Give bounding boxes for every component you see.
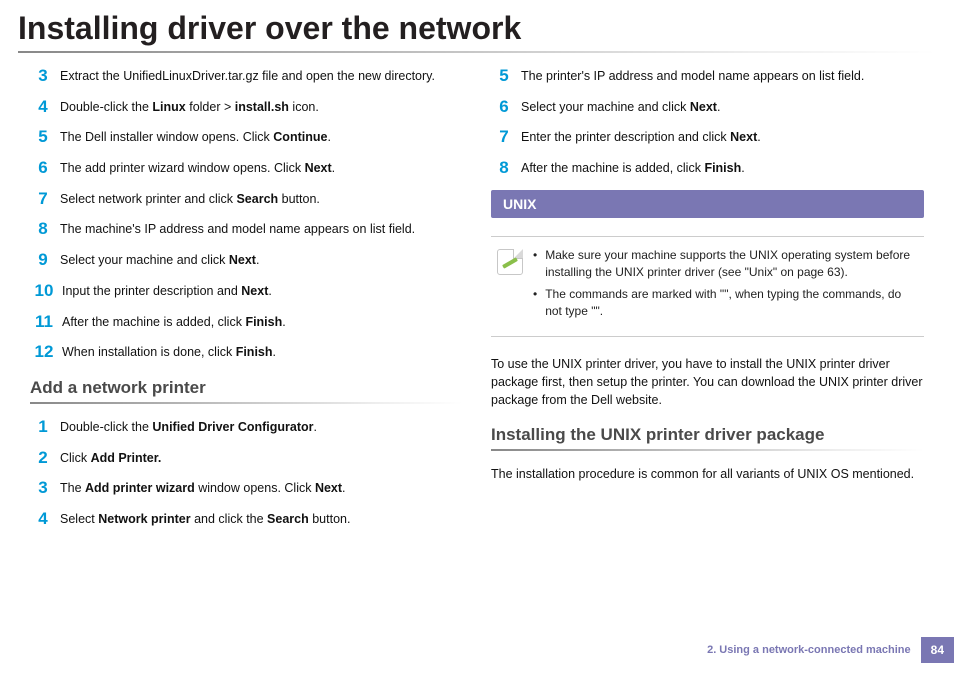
step-text: Extract the UnifiedLinuxDriver.tar.gz fi…: [60, 67, 435, 85]
section-bar-unix: UNIX: [491, 190, 924, 218]
step: 4Select Network printer and click the Se…: [30, 510, 463, 529]
step-number: 12: [30, 343, 58, 362]
step-number: 3: [30, 67, 56, 86]
step: 6The add printer wizard window opens. Cl…: [30, 159, 463, 178]
note-bullet: The commands are marked with "", when ty…: [533, 286, 918, 320]
footer-chapter: 2. Using a network-connected machine: [707, 644, 921, 656]
note-bullet: Make sure your machine supports the UNIX…: [533, 247, 918, 281]
step-text: Select your machine and click Next.: [521, 98, 720, 116]
step: 1Double-click the Unified Driver Configu…: [30, 418, 463, 437]
subheading-add-network-printer: Add a network printer: [30, 378, 463, 398]
step-number: 5: [491, 67, 517, 86]
step: 5The printer's IP address and model name…: [491, 67, 924, 86]
step-text: Click Add Printer.: [60, 449, 161, 467]
step-text: After the machine is added, click Finish…: [521, 159, 745, 177]
step-text: Select your machine and click Next.: [60, 251, 259, 269]
unix-sub-body: The installation procedure is common for…: [491, 465, 924, 483]
step-text: Double-click the Unified Driver Configur…: [60, 418, 317, 436]
right-column: 5The printer's IP address and model name…: [491, 67, 924, 541]
step-number: 4: [30, 510, 56, 529]
note-list: Make sure your machine supports the UNIX…: [533, 247, 918, 326]
left-column: 3Extract the UnifiedLinuxDriver.tar.gz f…: [30, 67, 463, 541]
step: 3The Add printer wizard window opens. Cl…: [30, 479, 463, 498]
step-number: 11: [30, 313, 58, 332]
step-text: The Add printer wizard window opens. Cli…: [60, 479, 346, 497]
step: 8After the machine is added, click Finis…: [491, 159, 924, 178]
content-columns: 3Extract the UnifiedLinuxDriver.tar.gz f…: [0, 59, 954, 541]
step: 7Enter the printer description and click…: [491, 128, 924, 147]
step-number: 2: [30, 449, 56, 468]
step-text: After the machine is added, click Finish…: [62, 313, 286, 331]
step: 2Click Add Printer.: [30, 449, 463, 468]
step-text: The printer's IP address and model name …: [521, 67, 864, 85]
step-text: Enter the printer description and click …: [521, 128, 761, 146]
step: 8The machine's IP address and model name…: [30, 220, 463, 239]
step-text: The Dell installer window opens. Click C…: [60, 128, 331, 146]
step-text: Input the printer description and Next.: [62, 282, 272, 300]
step: 4Double-click the Linux folder > install…: [30, 98, 463, 117]
step-number: 5: [30, 128, 56, 147]
step: 11After the machine is added, click Fini…: [30, 313, 463, 332]
step-text: When installation is done, click Finish.: [62, 343, 276, 361]
step: 12When installation is done, click Finis…: [30, 343, 463, 362]
step-number: 4: [30, 98, 56, 117]
step: 3Extract the UnifiedLinuxDriver.tar.gz f…: [30, 67, 463, 86]
step-text: The machine's IP address and model name …: [60, 220, 415, 238]
title-underline: [18, 51, 936, 53]
note-icon: [497, 249, 523, 275]
step-number: 6: [30, 159, 56, 178]
step-number: 10: [30, 282, 58, 301]
step-text: Double-click the Linux folder > install.…: [60, 98, 319, 116]
step: 10Input the printer description and Next…: [30, 282, 463, 301]
step-text: The add printer wizard window opens. Cli…: [60, 159, 335, 177]
step-number: 7: [491, 128, 517, 147]
subheading-underline: [30, 402, 463, 404]
step-number: 3: [30, 479, 56, 498]
step-text: Select network printer and click Search …: [60, 190, 320, 208]
footer: 2. Using a network-connected machine 84: [707, 637, 954, 663]
step: 9Select your machine and click Next.: [30, 251, 463, 270]
subheading-underline: [491, 449, 924, 451]
note-box: Make sure your machine supports the UNIX…: [491, 236, 924, 337]
page-title: Installing driver over the network: [0, 0, 954, 51]
step-text: Select Network printer and click the Sea…: [60, 510, 350, 528]
step-number: 1: [30, 418, 56, 437]
subheading-unix-package: Installing the UNIX printer driver packa…: [491, 425, 924, 445]
unix-body-text: To use the UNIX printer driver, you have…: [491, 355, 924, 409]
step-number: 6: [491, 98, 517, 117]
step: 6Select your machine and click Next.: [491, 98, 924, 117]
step-number: 9: [30, 251, 56, 270]
step-number: 8: [491, 159, 517, 178]
step: 7Select network printer and click Search…: [30, 190, 463, 209]
step: 5The Dell installer window opens. Click …: [30, 128, 463, 147]
step-number: 8: [30, 220, 56, 239]
footer-page-number: 84: [921, 637, 954, 663]
step-number: 7: [30, 190, 56, 209]
